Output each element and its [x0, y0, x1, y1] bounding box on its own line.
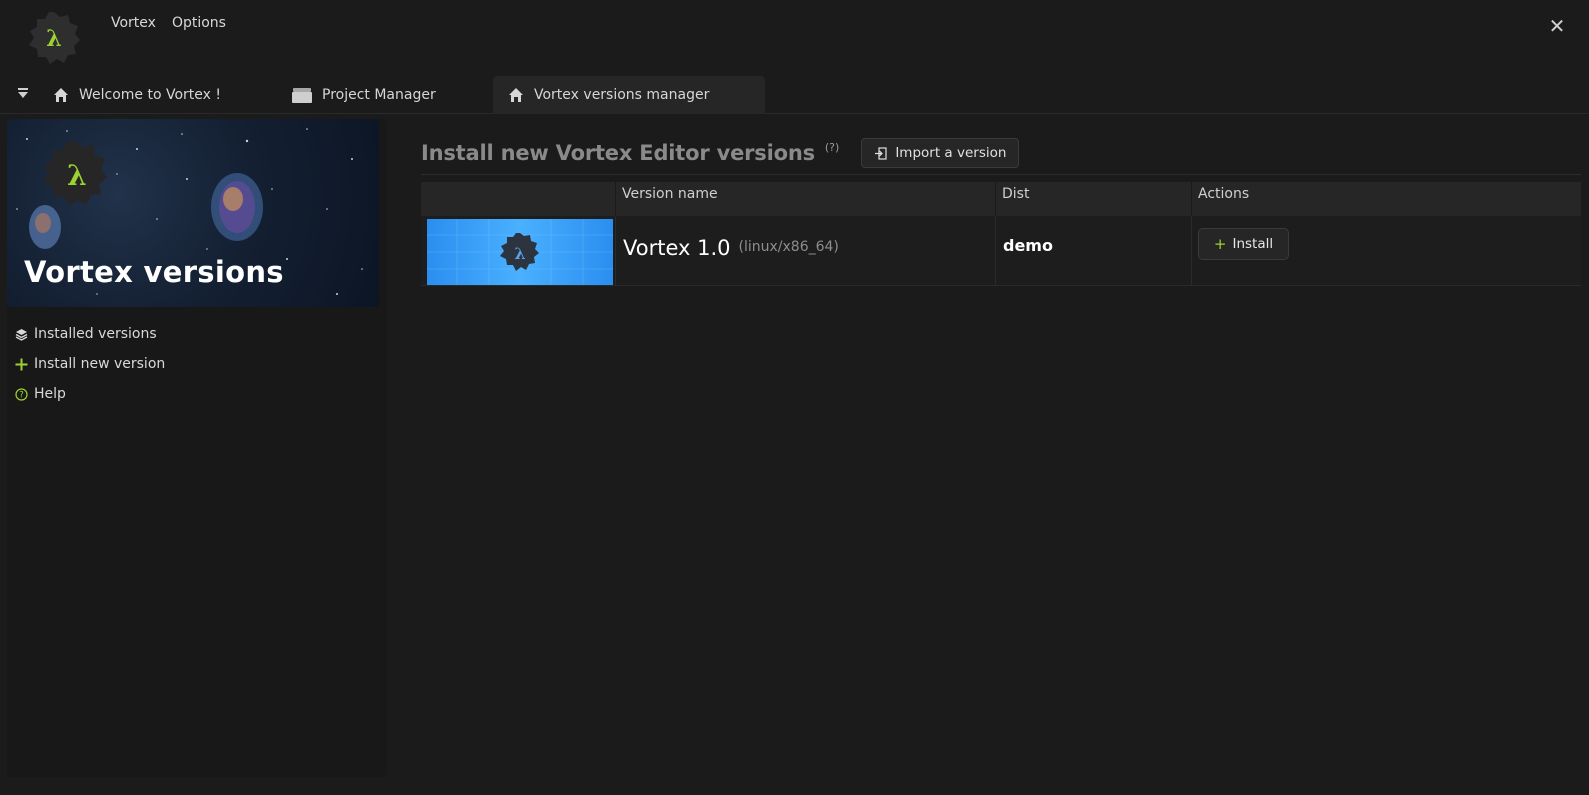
- svg-text:λ: λ: [46, 26, 61, 52]
- vortex-logo-icon: λ: [29, 12, 80, 64]
- sidebar-item-label: Installed versions: [34, 326, 157, 342]
- column-header-dist: Dist: [996, 182, 1192, 216]
- versions-table: Version name Dist Actions λ Vortex 1.0 (…: [421, 182, 1581, 286]
- version-platform: (linux/x86_64): [738, 239, 839, 255]
- tab-label: Vortex versions manager: [534, 87, 710, 103]
- svg-text:λ: λ: [514, 244, 525, 263]
- sidebar-item-label: Help: [34, 386, 66, 402]
- sidebar-banner: λ Vortex versions: [7, 119, 379, 307]
- import-icon: [875, 146, 887, 160]
- sidebar-item-installed-versions[interactable]: Installed versions: [15, 319, 165, 349]
- table-header: Version name Dist Actions: [421, 182, 1581, 216]
- sidebar-item-install-new-version[interactable]: Install new version: [15, 349, 165, 379]
- menu-vortex[interactable]: Vortex: [111, 15, 156, 31]
- home-icon: [54, 88, 68, 102]
- install-button[interactable]: + Install: [1198, 228, 1289, 260]
- install-button-label: Install: [1232, 236, 1274, 252]
- svg-text:λ: λ: [67, 159, 87, 192]
- table-row: λ Vortex 1.0 (linux/x86_64) demo + Instal…: [421, 216, 1581, 286]
- tab-dropdown-icon[interactable]: [14, 86, 32, 104]
- column-header-actions: Actions: [1198, 186, 1250, 202]
- import-version-button[interactable]: Import a version: [861, 138, 1020, 168]
- title-bar: λ Vortex Options ✕: [0, 0, 1589, 74]
- version-dist: demo: [1003, 236, 1053, 255]
- divider: [421, 174, 1581, 175]
- help-circle-icon: ?: [15, 387, 28, 401]
- menu-options[interactable]: Options: [172, 15, 226, 31]
- home-icon: [509, 88, 523, 102]
- tab-label: Welcome to Vortex !: [79, 87, 222, 103]
- plus-icon: [15, 358, 28, 371]
- box-icon: [292, 88, 312, 103]
- plus-icon: +: [1213, 235, 1227, 253]
- tab-bar: Welcome to Vortex ! Project Manager Vort…: [0, 76, 1589, 114]
- main-panel: Install new Vortex Editor versions (?) I…: [398, 119, 1583, 789]
- column-header-thumbnail: [421, 182, 616, 216]
- svg-text:?: ?: [19, 390, 24, 400]
- version-thumbnail: λ: [427, 219, 613, 285]
- column-header-version-name: Version name: [616, 182, 996, 216]
- import-button-label: Import a version: [895, 145, 1007, 161]
- version-name: Vortex 1.0: [623, 236, 731, 260]
- sidebar-nav: Installed versions Install new version ?…: [15, 319, 165, 409]
- sidebar-item-label: Install new version: [34, 356, 166, 372]
- layers-icon: [15, 328, 28, 341]
- close-icon[interactable]: ✕: [1545, 14, 1569, 38]
- sidebar-item-help[interactable]: ? Help: [15, 379, 165, 409]
- banner-title: Vortex versions: [24, 255, 284, 289]
- tab-versions-manager[interactable]: Vortex versions manager: [493, 76, 765, 114]
- sidebar: λ Vortex versions Installed versions Ins…: [7, 119, 387, 777]
- help-tooltip-marker[interactable]: (?): [825, 141, 839, 154]
- tab-welcome[interactable]: Welcome to Vortex !: [38, 76, 260, 114]
- tab-project-manager[interactable]: Project Manager: [277, 76, 485, 114]
- page-title: Install new Vortex Editor versions: [421, 141, 815, 165]
- tab-label: Project Manager: [322, 87, 436, 103]
